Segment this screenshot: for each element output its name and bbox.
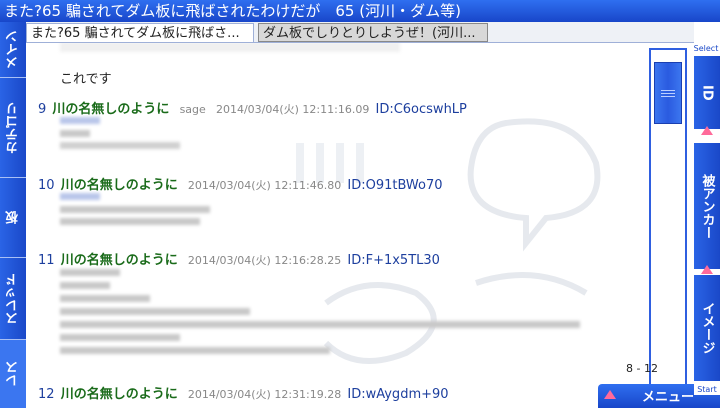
left-nav-main-label: メイン [5, 30, 21, 69]
up-arrow-icon [701, 265, 713, 274]
left-nav-main[interactable]: メイン [0, 22, 26, 78]
scrollbar-area [646, 43, 694, 403]
right-nav-id-label: ID [699, 84, 715, 101]
post-date: 2014/03/04(火) 12:16:28.25 [187, 254, 342, 267]
blurred-body [60, 269, 580, 354]
tab-other-thread[interactable]: ダム板でしりとりしようぜ！(河川... [258, 23, 488, 42]
post-mail: sage [179, 103, 206, 116]
scrollbar-thumb[interactable] [654, 62, 682, 124]
scrollbar-track[interactable] [649, 48, 687, 403]
post-name: 川の名無しのように [60, 253, 178, 268]
select-button-hint: Select [692, 43, 720, 55]
page-range: 8 - 12 [626, 362, 658, 375]
post-id[interactable]: ID:C6ocswhLP [375, 102, 466, 117]
post-header[interactable]: 11 川の名無しのように 2014/03/04(火) 12:16:28.25 I… [38, 249, 440, 268]
up-arrow-icon [701, 126, 713, 135]
right-nav-anchor[interactable]: 被アンカー [694, 143, 720, 269]
post-body: これです [60, 72, 112, 87]
post-header[interactable]: 10 川の名無しのように 2014/03/04(火) 12:11:46.80 I… [38, 174, 443, 193]
right-nav-image[interactable]: イメージ [694, 275, 720, 381]
post-number: 10 [38, 178, 55, 193]
post-name: 川の名無しのように [60, 387, 178, 402]
up-arrow-icon [604, 390, 616, 399]
left-nav-res-label: レス [5, 361, 21, 387]
post-number: 12 [38, 387, 55, 402]
post-id[interactable]: ID:O91tBWo70 [347, 178, 442, 193]
left-nav-board[interactable]: 板 [0, 178, 26, 258]
right-nav-image-label: イメージ [699, 302, 715, 354]
right-nav: ID 被アンカー イメージ [694, 43, 720, 384]
left-nav-category-label: カテゴリ [5, 101, 21, 154]
tab-strip: また?65 騙されてダム板に飛ばさ... ダム板でしりとりしようぜ！(河川... [26, 22, 694, 43]
right-nav-anchor-label: 被アンカー [699, 173, 715, 239]
post-header[interactable]: 9 川の名無しのように sage 2014/03/04(火) 12:11:16.… [38, 98, 467, 117]
post-id[interactable]: ID:wAygdm+90 [347, 387, 448, 402]
start-button-hint: Start [694, 384, 720, 395]
thread-title-bar: また?65 騙されてダム板に飛ばされたわけだが 65 (河川・ダム等) [0, 0, 720, 22]
left-nav-board-label: 板 [5, 211, 21, 224]
left-nav-thread[interactable]: スレッド [0, 258, 26, 340]
left-nav-res[interactable]: レス [0, 340, 26, 408]
post-list[interactable]: これです 9 川の名無しのように sage 2014/03/04(火) 12:1… [26, 43, 646, 408]
blurred-body [60, 193, 210, 225]
post-date: 2014/03/04(火) 12:11:46.80 [187, 179, 342, 192]
post-name: 川の名無しのように [52, 102, 170, 117]
thread-title: また?65 騙されてダム板に飛ばされたわけだが 65 (河川・ダム等) [4, 2, 461, 20]
right-nav-id[interactable]: ID [694, 56, 720, 129]
post-id[interactable]: ID:F+1x5TL30 [347, 253, 440, 268]
menu-label: メニュー [642, 390, 695, 405]
left-nav: メイン カテゴリ 板 スレッド レス [0, 22, 26, 408]
left-nav-thread-label: スレッド [5, 272, 21, 325]
post-name: 川の名無しのように [60, 178, 178, 193]
menu-button[interactable]: メニュー Start [598, 384, 720, 408]
left-nav-category[interactable]: カテゴリ [0, 78, 26, 178]
post-date: 2014/03/04(火) 12:31:19.28 [187, 388, 342, 401]
post-number: 9 [38, 102, 47, 117]
tab-current-thread[interactable]: また?65 騙されてダム板に飛ばさ... [26, 23, 254, 42]
blurred-link [60, 43, 400, 52]
post-number: 11 [38, 253, 55, 268]
post-date: 2014/03/04(火) 12:11:16.09 [215, 103, 370, 116]
post-header[interactable]: 12 川の名無しのように 2014/03/04(火) 12:31:19.28 I… [38, 383, 449, 402]
blurred-body [60, 117, 180, 149]
